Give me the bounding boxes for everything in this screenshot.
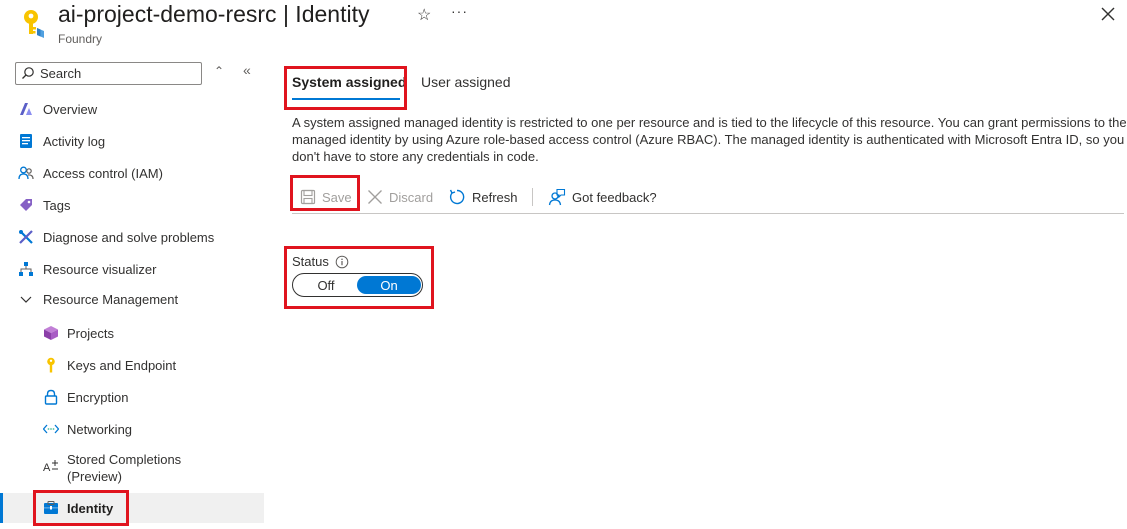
sidebar-group-resource-management[interactable]: Resource Management: [0, 284, 264, 314]
feedback-icon: [548, 188, 566, 206]
close-icon[interactable]: [1099, 5, 1117, 23]
identity-panel: System assigned User assigned A system a…: [280, 56, 1127, 529]
cube-icon: [44, 326, 58, 340]
sidebar-item-tags[interactable]: Tags: [0, 190, 264, 220]
svg-text:A: A: [43, 462, 51, 474]
sidebar-item-activity-log[interactable]: Activity log: [0, 126, 264, 156]
refresh-button[interactable]: Refresh: [448, 186, 518, 208]
people-icon: [18, 166, 34, 180]
stored-completions-icon: A: [43, 460, 58, 474]
tag-icon: [20, 199, 32, 211]
save-icon: [300, 189, 316, 205]
status-on-option[interactable]: On: [357, 276, 421, 294]
selected-tab-indicator: [292, 98, 400, 100]
command-bar: Save Discard Refresh Got feedback?: [292, 182, 1124, 214]
tab-user-assigned[interactable]: User assigned: [421, 74, 511, 90]
sidebar-item-projects[interactable]: Projects: [0, 318, 264, 348]
collapse-menu-icon[interactable]: «: [243, 62, 251, 78]
sidebar-item-identity[interactable]: Identity: [0, 493, 264, 523]
sidebar-item-overview[interactable]: Overview: [0, 94, 264, 124]
search-icon: [22, 67, 34, 79]
hierarchy-icon: [19, 262, 33, 276]
sidebar-item-access-control[interactable]: Access control (IAM): [0, 158, 264, 188]
feedback-button[interactable]: Got feedback?: [548, 186, 657, 208]
search-input[interactable]: [40, 65, 198, 82]
page-title: ai-project-demo-resrc | Identity: [58, 1, 370, 27]
wrench-icon: [19, 230, 33, 244]
resource-menu: ⌃ « Overview Activity log Access control…: [0, 56, 264, 529]
network-icon: [43, 424, 59, 434]
page-header: ai-project-demo-resrc | Identity Foundry…: [0, 0, 1127, 52]
status-label: Status: [292, 254, 329, 269]
status-off-option[interactable]: Off: [295, 276, 357, 294]
identity-icon: [44, 501, 58, 514]
sidebar-item-stored-completions[interactable]: A Stored Completions (Preview): [0, 446, 264, 486]
status-toggle[interactable]: Off On: [292, 273, 423, 297]
info-icon[interactable]: [335, 255, 349, 269]
foundry-logo-icon: [20, 103, 32, 115]
sidebar-item-encryption[interactable]: Encryption: [0, 382, 264, 412]
search-box[interactable]: [15, 62, 202, 85]
toolbar-divider: [532, 188, 533, 206]
key-icon: [47, 357, 55, 373]
more-options-icon[interactable]: ···: [451, 3, 468, 19]
expand-collapse-icon[interactable]: ⌃: [214, 64, 224, 78]
refresh-icon: [449, 189, 465, 205]
key-icon: [24, 10, 44, 38]
sidebar-item-networking[interactable]: Networking: [0, 414, 264, 444]
lock-icon: [44, 389, 58, 405]
discard-icon: [368, 190, 382, 204]
resource-type-label: Foundry: [58, 32, 103, 46]
activity-log-icon: [20, 134, 32, 148]
sidebar-item-diagnose[interactable]: Diagnose and solve problems: [0, 222, 264, 252]
chevron-down-icon: [20, 296, 32, 303]
identity-description: A system assigned managed identity is re…: [292, 115, 1127, 164]
sidebar-item-keys-endpoint[interactable]: Keys and Endpoint: [0, 350, 264, 380]
sidebar-item-resource-visualizer[interactable]: Resource visualizer: [0, 254, 264, 284]
tab-system-assigned[interactable]: System assigned: [292, 74, 406, 90]
save-button[interactable]: Save: [300, 186, 352, 208]
favorite-star-icon[interactable]: ☆: [417, 5, 431, 25]
discard-button[interactable]: Discard: [367, 186, 433, 208]
